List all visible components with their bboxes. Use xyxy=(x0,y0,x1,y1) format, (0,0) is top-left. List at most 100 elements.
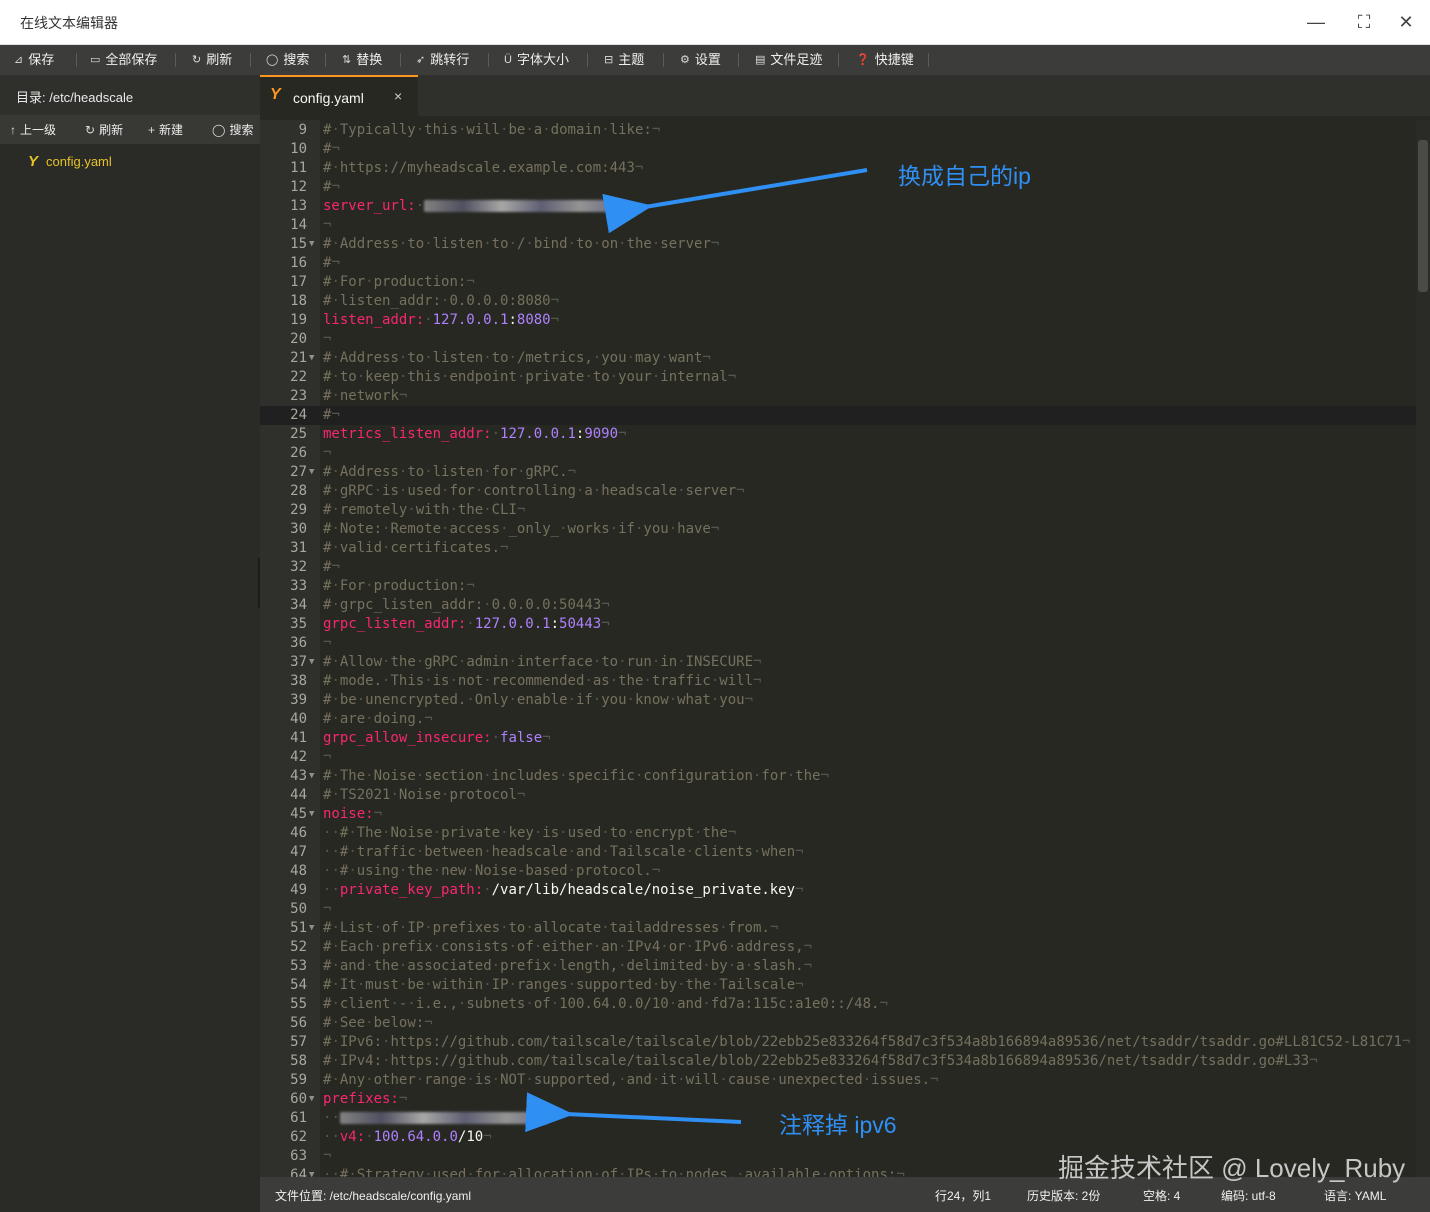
code-line[interactable]: 49 ··private_key_path:·/var/lib/headscale… xyxy=(260,881,1416,900)
code-line[interactable]: 9 #·Typically·this·will·be·a·domain·like:… xyxy=(260,121,1416,140)
line-content: ··#·Strategy·used·for·allocation·of·IPs·… xyxy=(323,1167,905,1177)
toolbar-divider xyxy=(250,53,251,67)
code-line[interactable]: 21 ▼ #·Address·to·listen·to·/metrics,·you·… xyxy=(260,349,1416,368)
code-line[interactable]: 17 #·For·production:¬ xyxy=(260,273,1416,292)
code-line[interactable]: 57 #·IPv6:·https://github.com/tailscale/t… xyxy=(260,1033,1416,1052)
toolbar-refresh-button[interactable]: ↻ 刷新 xyxy=(192,45,232,75)
code-line[interactable]: 36 ¬ xyxy=(260,634,1416,653)
toolbar-font-size-button[interactable]: Ü 字体大小 xyxy=(504,45,569,75)
fold-toggle-icon[interactable]: ▼ xyxy=(309,235,314,254)
code-line[interactable]: 54 #·It·must·be·within·IP·ranges·supporte… xyxy=(260,976,1416,995)
scrollbar-thumb[interactable] xyxy=(1418,140,1428,292)
line-content: #¬ xyxy=(323,407,340,423)
code-line[interactable]: 43 ▼ #·The·Noise·section·includes·specific… xyxy=(260,767,1416,786)
code-line[interactable]: 13 server_url:· ¬ xyxy=(260,197,1416,216)
code-line[interactable]: 40 #·are·doing.¬ xyxy=(260,710,1416,729)
line-content: #¬ xyxy=(323,141,340,157)
code-line[interactable]: 11 #·https://myheadscale.example.com:443¬ xyxy=(260,159,1416,178)
sidebar-search-button[interactable]: ◯ 搜索 xyxy=(212,116,253,144)
code-line[interactable]: 25 metrics_listen_addr:·127.0.0.1:9090¬ xyxy=(260,425,1416,444)
toolbar-settings-button[interactable]: ⚙ 设置 xyxy=(680,45,721,75)
toolbar-search-button[interactable]: ◯ 搜索 xyxy=(266,45,309,75)
code-line[interactable]: 42 ¬ xyxy=(260,748,1416,767)
fold-toggle-icon[interactable]: ▼ xyxy=(309,805,314,824)
toolbar-file-history-button[interactable]: ▤ 文件足迹 xyxy=(755,45,822,75)
font-size-icon: Ü xyxy=(504,54,512,66)
line-number: 62 xyxy=(290,1129,307,1145)
status-file-path: 文件位置: /etc/headscale/config.yaml xyxy=(275,1189,472,1203)
fold-toggle-icon[interactable]: ▼ xyxy=(309,767,314,786)
code-line[interactable]: 16 #¬ xyxy=(260,254,1416,273)
code-editor[interactable]: 9 #·Typically·this·will·be·a·domain·like:… xyxy=(260,120,1430,1177)
code-line[interactable]: 34 #·grpc_listen_addr:·0.0.0.0:50443¬ xyxy=(260,596,1416,615)
code-line[interactable]: 58 #·IPv4:·https://github.com/tailscale/t… xyxy=(260,1052,1416,1071)
status-language[interactable]: 语言: YAML xyxy=(1324,1187,1386,1204)
code-line[interactable]: 32 #¬ xyxy=(260,558,1416,577)
toolbar-goto-line-button[interactable]: ➶ 跳转行 xyxy=(416,45,469,75)
minimize-icon[interactable]: — xyxy=(1303,9,1329,35)
line-number: 46 xyxy=(290,825,307,841)
status-history[interactable]: 历史版本: 2份 xyxy=(1027,1187,1100,1204)
code-line[interactable]: 51 ▼ #·List·of·IP·prefixes·to·allocate·tai… xyxy=(260,919,1416,938)
toolbar-save-button[interactable]: ⊿ 保存 xyxy=(14,45,54,75)
code-line[interactable]: 38 #·mode.·This·is·not·recommended·as·the… xyxy=(260,672,1416,691)
toolbar-theme-button[interactable]: ⊟ 主题 xyxy=(604,45,644,75)
file-item-config-yaml[interactable]: Yconfig.yaml xyxy=(28,153,112,170)
code-line[interactable]: 39 #·be·unencrypted.·Only·enable·if·you·k… xyxy=(260,691,1416,710)
code-line[interactable]: 23 #·network¬ xyxy=(260,387,1416,406)
code-line[interactable]: 29 #·remotely·with·the·CLI¬ xyxy=(260,501,1416,520)
fold-toggle-icon[interactable]: ▼ xyxy=(309,653,314,672)
code-line[interactable]: 33 #·For·production:¬ xyxy=(260,577,1416,596)
code-line[interactable]: 12 #¬ xyxy=(260,178,1416,197)
code-line[interactable]: 37 ▼ #·Allow·the·gRPC·admin·interface·to·r… xyxy=(260,653,1416,672)
fold-toggle-icon[interactable]: ▼ xyxy=(309,919,314,938)
code-line[interactable]: 35 grpc_listen_addr:·127.0.0.1:50443¬ xyxy=(260,615,1416,634)
code-line[interactable]: 52 #·Each·prefix·consists·of·either·an·IP… xyxy=(260,938,1416,957)
code-line[interactable]: 10 #¬ xyxy=(260,140,1416,159)
fold-toggle-icon[interactable]: ▼ xyxy=(309,349,314,368)
maximize-icon[interactable]: ⛶ xyxy=(1351,9,1377,35)
code-line[interactable]: 26 ¬ xyxy=(260,444,1416,463)
sidebar-up-arrow-button[interactable]: ↑ 上一级 xyxy=(10,116,56,144)
code-line[interactable]: 15 ▼ #·Address·to·listen·to·/·bind·to·on·t… xyxy=(260,235,1416,254)
code-line[interactable]: 48 ··#·using·the·new·Noise-based·protocol… xyxy=(260,862,1416,881)
search-icon: ◯ xyxy=(266,54,279,66)
fold-toggle-icon[interactable]: ▼ xyxy=(309,1090,314,1109)
line-number: 21 xyxy=(290,350,307,366)
sidebar-plus-button[interactable]: + 新建 xyxy=(148,116,183,144)
status-indent[interactable]: 空格: 4 xyxy=(1143,1187,1180,1204)
code-line[interactable]: 47 ··#·traffic·between·headscale·and·Tail… xyxy=(260,843,1416,862)
code-line[interactable]: 28 #·gRPC·is·used·for·controlling·a·heads… xyxy=(260,482,1416,501)
code-line[interactable]: 45 ▼ noise:¬ xyxy=(260,805,1416,824)
tab-close-icon[interactable]: × xyxy=(394,88,402,104)
code-line[interactable]: 19 listen_addr:·127.0.0.1:8080¬ xyxy=(260,311,1416,330)
code-line[interactable]: 41 grpc_allow_insecure:·false¬ xyxy=(260,729,1416,748)
code-line[interactable]: 50 ¬ xyxy=(260,900,1416,919)
code-line[interactable]: 22 #·to·keep·this·endpoint·private·to·you… xyxy=(260,368,1416,387)
toolbar-replace-button[interactable]: ⇅ 替换 xyxy=(342,45,382,75)
toolbar-shortcut-button[interactable]: ❓ 快捷键 xyxy=(856,45,914,75)
code-line[interactable]: 44 #·TS2021·Noise·protocol¬ xyxy=(260,786,1416,805)
line-number: 63 xyxy=(290,1148,307,1164)
close-icon[interactable]: ✕ xyxy=(1393,9,1419,35)
code-line[interactable]: 55 #·client·-·i.e.,·subnets·of·100.64.0.0… xyxy=(260,995,1416,1014)
code-line[interactable]: 18 #·listen_addr:·0.0.0.0:8080¬ xyxy=(260,292,1416,311)
code-line[interactable]: 53 #·and·the·associated·prefix·length,·de… xyxy=(260,957,1416,976)
line-content: #·Typically·this·will·be·a·domain·like:¬ xyxy=(323,122,661,138)
toolbar-save-all-button[interactable]: ▭ 全部保存 xyxy=(90,45,157,75)
sidebar-refresh-button[interactable]: ↻ 刷新 xyxy=(85,116,123,144)
code-line[interactable]: 20 ¬ xyxy=(260,330,1416,349)
code-line[interactable]: 56 #·See·below:¬ xyxy=(260,1014,1416,1033)
fold-toggle-icon[interactable]: ▼ xyxy=(309,1166,314,1177)
code-line[interactable]: 59 #·Any·other·range·is·NOT·supported,·an… xyxy=(260,1071,1416,1090)
fold-toggle-icon[interactable]: ▼ xyxy=(309,463,314,482)
code-line[interactable]: 27 ▼ #·Address·to·listen·for·gRPC.¬ xyxy=(260,463,1416,482)
code-line[interactable]: 31 #·valid·certificates.¬ xyxy=(260,539,1416,558)
directory-label: 目录: /etc/headscale xyxy=(16,90,134,105)
code-line[interactable]: 46 ··#·The·Noise·private·key·is·used·to·e… xyxy=(260,824,1416,843)
code-line[interactable]: 24 #¬ xyxy=(260,406,1416,425)
status-encoding[interactable]: 编码: utf-8 xyxy=(1221,1187,1276,1204)
code-line[interactable]: 30 #·Note:·Remote·access·_only_·works·if·… xyxy=(260,520,1416,539)
tab-config-yaml[interactable]: Y config.yaml × xyxy=(260,75,418,116)
code-line[interactable]: 14 ¬ xyxy=(260,216,1416,235)
